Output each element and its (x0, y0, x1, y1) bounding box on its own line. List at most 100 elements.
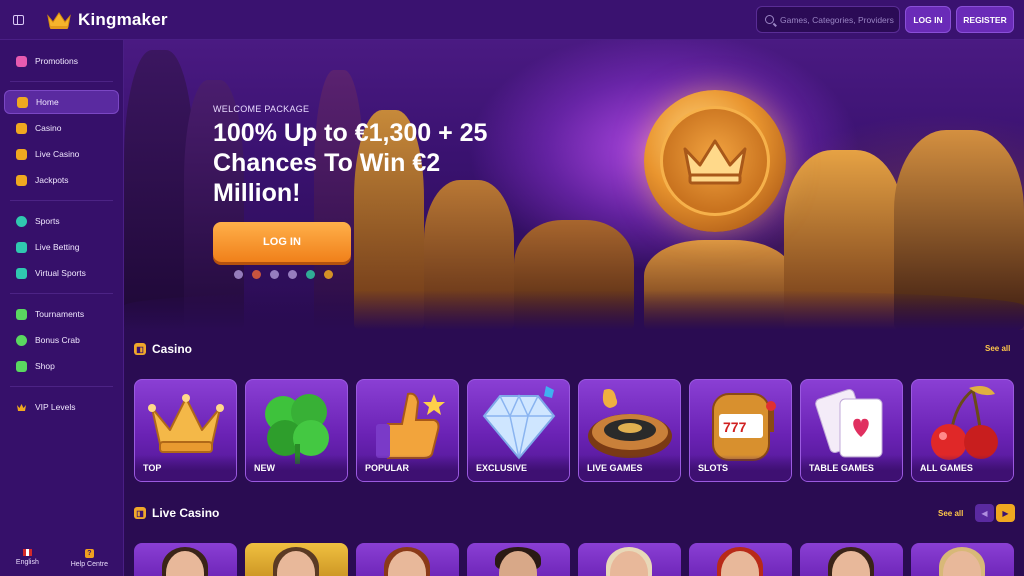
bitcoin-icon (288, 270, 297, 279)
category-card-new[interactable]: NEW (245, 379, 348, 482)
sidebar-item-label: Live Betting (35, 242, 80, 252)
sidebar-item-tournaments[interactable]: Tournaments (4, 302, 119, 326)
slot-machine-icon (16, 122, 27, 134)
category-label: SLOTS (690, 455, 791, 481)
sidebar-item-casino[interactable]: Casino (4, 116, 119, 140)
hero-login-button[interactable]: LOG IN (213, 222, 351, 262)
claw-icon (16, 334, 27, 346)
help-icon: ? (84, 549, 94, 558)
sidebar-item-vip-levels[interactable]: VIP Levels (4, 395, 119, 419)
visa-icon (234, 270, 243, 279)
category-label: EXCLUSIVE (468, 455, 569, 481)
sidebar-item-label: Shop (35, 361, 55, 371)
crown-icon (147, 394, 224, 453)
search-icon (765, 15, 774, 24)
coin-stack-art (124, 290, 1024, 330)
sidebar-divider (10, 293, 113, 294)
category-label: NEW (246, 455, 347, 481)
sidebar-item-sports[interactable]: Sports (4, 209, 119, 233)
home-icon (17, 96, 28, 108)
live-game-card[interactable] (911, 543, 1014, 576)
live-cards-icon: ◨ (134, 507, 146, 519)
casino-category-row: TOP NEW POPULAR EXCLUSIVE LIVE GAMES 777… (134, 379, 1014, 482)
sidebar-toggle-icon (12, 14, 24, 25)
svg-text:777: 777 (723, 419, 747, 435)
language-selector[interactable]: English (16, 549, 39, 568)
section-title: Casino (152, 342, 193, 356)
payment-methods (234, 270, 333, 279)
cards-icon (16, 148, 27, 160)
sidebar-item-home[interactable]: Home (4, 90, 119, 114)
category-card-slots[interactable]: 777 SLOTS (689, 379, 792, 482)
sidebar-item-label: Tournaments (35, 309, 85, 319)
login-button[interactable]: LOG IN (905, 6, 951, 33)
sidebar-divider (10, 81, 113, 82)
casino-see-all-link[interactable]: See all (985, 344, 1010, 353)
hero-banner[interactable]: WELCOME PACKAGE 100% Up to €1,300 + 25 C… (124, 40, 1024, 330)
live-game-card[interactable] (467, 543, 570, 576)
tv-icon (16, 241, 27, 253)
live-casino-section-header: ◨ Live Casino (134, 505, 219, 521)
crown-icon (683, 139, 747, 185)
shop-icon (16, 360, 27, 372)
language-label: English (15, 559, 39, 566)
live-game-card[interactable] (578, 543, 681, 576)
slot-machine-icon: 777 (711, 393, 776, 461)
category-card-top[interactable]: TOP (134, 379, 237, 482)
sidebar-item-label: VIP Levels (35, 402, 76, 412)
search-input[interactable] (780, 14, 899, 25)
sidebar-item-jackpots[interactable]: Jackpots (4, 168, 119, 192)
sidebar-item-label: Sports (35, 216, 60, 226)
roulette-icon (587, 389, 672, 458)
register-button[interactable]: REGISTER (956, 6, 1014, 33)
category-label: ALL GAMES (912, 455, 1013, 481)
hero-kicker: WELCOME PACKAGE (213, 104, 310, 114)
category-card-exclusive[interactable]: EXCLUSIVE (467, 379, 570, 482)
live-game-card[interactable] (134, 543, 237, 576)
crypto-icon (324, 270, 333, 279)
sidebar-item-label: Virtual Sports (35, 268, 86, 278)
top-header: Kingmaker LOG IN REGISTER (0, 0, 1024, 40)
live-game-card[interactable] (356, 543, 459, 576)
live-game-card[interactable] (245, 543, 348, 576)
brand-name: Kingmaker (78, 9, 168, 29)
brand-logo[interactable]: Kingmaker (46, 10, 168, 30)
carousel-prev-button[interactable]: ◀ (975, 504, 994, 522)
menu-toggle-button[interactable] (0, 0, 36, 40)
sidebar-item-shop[interactable]: Shop (4, 354, 119, 378)
sidebar-item-promotions[interactable]: Promotions (4, 49, 119, 73)
slot-machine-icon: ◧ (134, 343, 146, 355)
section-title: Live Casino (152, 506, 220, 520)
category-card-all-games[interactable]: ALL GAMES (911, 379, 1014, 482)
sidebar-item-label: Promotions (35, 56, 78, 66)
live-casino-see-all-link[interactable]: See all (938, 509, 963, 518)
search-box[interactable] (756, 6, 900, 33)
sidebar-item-live-betting[interactable]: Live Betting (4, 235, 119, 259)
sidebar-item-label: Jackpots (35, 175, 69, 185)
cherries-icon (930, 386, 998, 460)
category-label: TABLE GAMES (801, 455, 902, 481)
live-game-card[interactable] (689, 543, 792, 576)
category-card-popular[interactable]: POPULAR (356, 379, 459, 482)
category-card-live-games[interactable]: LIVE GAMES (578, 379, 681, 482)
sidebar-item-virtual-sports[interactable]: Virtual Sports (4, 261, 119, 285)
crown-logo-icon (47, 11, 71, 29)
carousel-next-button[interactable]: ▶ (996, 504, 1015, 522)
help-centre-link[interactable]: ? Help Centre (71, 549, 108, 568)
sidebar-item-bonus-crab[interactable]: Bonus Crab (4, 328, 119, 352)
bank-icon (270, 270, 279, 279)
sidebar-item-live-casino[interactable]: Live Casino (4, 142, 119, 166)
crown-icon (17, 403, 26, 411)
sidebar-item-label: Bonus Crab (35, 335, 80, 345)
category-label: POPULAR (357, 455, 458, 481)
clover-icon (264, 394, 329, 464)
football-icon (16, 215, 27, 227)
live-game-card[interactable] (800, 543, 903, 576)
category-card-table-games[interactable]: TABLE GAMES (800, 379, 903, 482)
hero-title: 100% Up to €1,300 + 25 Chances To Win €2… (213, 119, 488, 207)
sidebar-item-label: Live Casino (35, 149, 80, 159)
sidebar: Promotions Home Casino Live Casino Jackp… (0, 40, 124, 576)
mastercard-icon (252, 270, 261, 279)
playing-cards-icon (814, 388, 882, 458)
category-label: TOP (135, 455, 236, 481)
